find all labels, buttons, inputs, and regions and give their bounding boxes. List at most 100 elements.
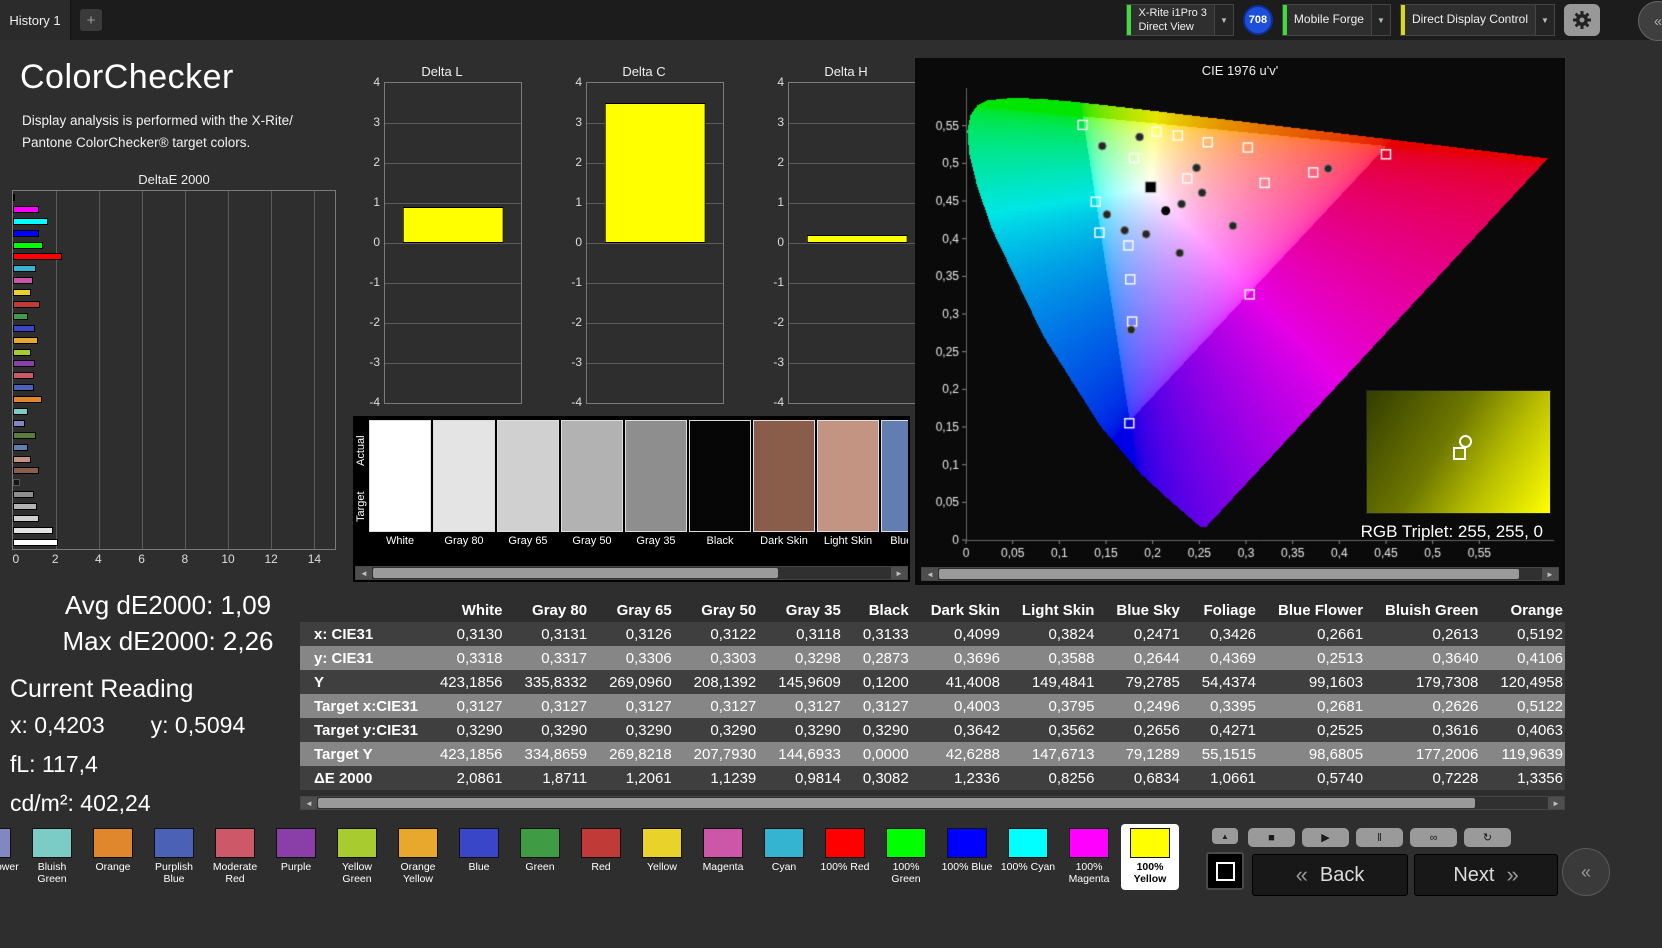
row-label: Target x:CIE31 (314, 697, 418, 715)
next-button[interactable]: Next » (1414, 854, 1558, 896)
display-window-button[interactable] (1206, 852, 1244, 890)
toolbar-patch-orange-yellow[interactable]: Orange Yellow (389, 824, 447, 890)
scroll-right-button[interactable]: ► (891, 567, 907, 579)
chevron-down-icon[interactable]: ▼ (1370, 5, 1390, 35)
strip-patch-black[interactable]: Black (689, 420, 751, 556)
toolbar-patch-magenta[interactable]: Magenta (694, 824, 752, 890)
toolbar-patch-100-red[interactable]: 100% Red (816, 824, 874, 890)
chevron-down-icon[interactable]: ▼ (1535, 5, 1554, 35)
settings-button[interactable] (1564, 4, 1600, 36)
strip-patch-gray-80[interactable]: Gray 80 (433, 420, 495, 556)
toolbar-patch-bluish-green[interactable]: Bluish Green (23, 824, 81, 890)
toolbar-patch-yellow[interactable]: Yellow (633, 824, 691, 890)
gridline (587, 283, 723, 284)
gridline (385, 123, 521, 124)
patch-swatch (369, 420, 431, 532)
y-tick-label: -4 (773, 395, 784, 409)
patch-label: Magenta (702, 861, 744, 873)
stop-button[interactable]: ■ (1248, 828, 1295, 847)
delta-bar (604, 103, 706, 243)
patch-swatch (1008, 828, 1048, 858)
table-cell: 0,3127 (541, 697, 588, 715)
table-cell: 0,3130 (456, 625, 503, 643)
play-button[interactable]: ▶ (1302, 828, 1349, 847)
collapse-toolbar-button[interactable]: « (1562, 848, 1610, 896)
toolbar-patch-100-blue[interactable]: 100% Blue (938, 824, 996, 890)
table-cell: 0,3127 (456, 697, 503, 715)
table-cell: 0,3426 (1210, 625, 1257, 643)
toolbar-patch-100-green[interactable]: 100% Green (877, 824, 935, 890)
add-tab-button[interactable]: + (80, 9, 102, 31)
source-select[interactable]: Mobile Forge ▼ (1281, 4, 1391, 36)
table-cell: 0,3127 (862, 697, 909, 715)
workflow-select[interactable]: Direct Display Control ▼ (1399, 4, 1555, 36)
toolbar-patch-orange[interactable]: Orange (84, 824, 142, 890)
table-cell: 41,4008 (945, 673, 1000, 691)
chevron-down-icon[interactable]: ▼ (1213, 5, 1233, 35)
y-axis: 4 3 2 1 0 -1 -2 -3 -4 (564, 75, 586, 409)
patch-label: 100% Yellow (1133, 861, 1167, 886)
gridline (789, 283, 925, 284)
strip-patch-light-skin[interactable]: Light Skin (817, 420, 879, 556)
strip-patch-blue-sky[interactable]: Blue Sky (881, 420, 908, 556)
toolbar-patch-100-cyan[interactable]: 100% Cyan (999, 824, 1057, 890)
scroll-right-button[interactable]: ► (1548, 797, 1564, 809)
expand-toolbar-button[interactable]: ▲ (1212, 828, 1238, 844)
back-button[interactable]: « Back (1252, 854, 1408, 896)
delta-lch-charts: Delta L 4 3 2 1 0 -1 -2 -3 -4 Delta C 4 3 2 1 0 -1 -2 -3 -4… (362, 64, 926, 409)
scroll-left-button[interactable]: ◄ (356, 567, 372, 579)
patch-swatch (581, 828, 621, 858)
avg-de2000: Avg dE2000: 1,09 (64, 590, 272, 620)
patch-label: Black (706, 535, 734, 547)
patch-strip-scrollbar[interactable]: ◄ ► (355, 566, 908, 580)
toolbar-patch-100-yellow[interactable]: 100% Yellow (1121, 824, 1179, 891)
gridline (385, 283, 521, 284)
y-tick-label: -4 (369, 395, 380, 409)
delta-chart-title: Delta C (622, 64, 666, 79)
strip-patch-gray-35[interactable]: Gray 35 (625, 420, 687, 556)
scroll-thumb[interactable] (318, 798, 1476, 808)
scroll-track[interactable] (317, 797, 1548, 809)
strip-patch-gray-65[interactable]: Gray 65 (497, 420, 559, 556)
toolbar-patch-blue-flower[interactable]: Blue Flower (0, 824, 20, 890)
toolbar-patch-100-magenta[interactable]: 100% Magenta (1060, 824, 1118, 890)
tab-history-1[interactable]: History 1 (0, 0, 71, 40)
patch-label: White (385, 535, 415, 547)
toolbar-patch-green[interactable]: Green (511, 824, 569, 890)
strip-patch-white[interactable]: White (369, 420, 431, 556)
scroll-right-button[interactable]: ► (1542, 568, 1558, 580)
toolbar-patch-blue[interactable]: Blue (450, 824, 508, 890)
table-cell: 0,3290 (794, 721, 841, 739)
toolbar-patch-purplish-blue[interactable]: Purplish Blue (145, 824, 203, 890)
cie-scrollbar[interactable]: ◄ ► (921, 567, 1559, 581)
scroll-thumb[interactable] (373, 568, 778, 578)
toolbar-patch-cyan[interactable]: Cyan (755, 824, 813, 890)
x-tick-label: 14 (307, 552, 322, 566)
toolbar-patch-purple[interactable]: Purple (267, 824, 325, 890)
scroll-left-button[interactable]: ◄ (301, 797, 317, 809)
deltaE-bar-purple (13, 360, 36, 368)
column-header: Dark Skin (930, 601, 1000, 619)
scroll-thumb[interactable] (939, 569, 1519, 579)
toolbar-patch-yellow-green[interactable]: Yellow Green (328, 824, 386, 890)
scroll-left-button[interactable]: ◄ (922, 568, 938, 580)
y-tick-label: 4 (575, 75, 582, 89)
collapse-panel-button[interactable]: « (1638, 1, 1662, 41)
meter-select[interactable]: X-Rite i1Pro 3 Direct View ▼ (1126, 4, 1234, 36)
strip-patch-gray-50[interactable]: Gray 50 (561, 420, 623, 556)
scroll-track[interactable] (372, 567, 891, 579)
meter-id-badge[interactable]: 708 (1242, 5, 1273, 35)
patch-label: Moderate Red (212, 861, 258, 886)
table-cell: 99,1603 (1308, 673, 1364, 691)
toolbar-patch-moderate-red[interactable]: Moderate Red (206, 824, 264, 890)
strip-patch-dark-skin[interactable]: Dark Skin (753, 420, 815, 556)
refresh-button[interactable]: ↻ (1464, 828, 1511, 847)
continuous-measure-button[interactable]: ∞ (1410, 828, 1457, 847)
patch-label: 100% Red (820, 861, 870, 873)
patch-label: Gray 50 (572, 535, 612, 547)
scroll-track[interactable] (938, 568, 1542, 580)
table-scrollbar[interactable]: ◄ ► (300, 796, 1565, 810)
pause-button[interactable]: ‖ (1356, 828, 1403, 847)
delta-chart-plot (788, 82, 926, 404)
toolbar-patch-red[interactable]: Red (572, 824, 630, 890)
